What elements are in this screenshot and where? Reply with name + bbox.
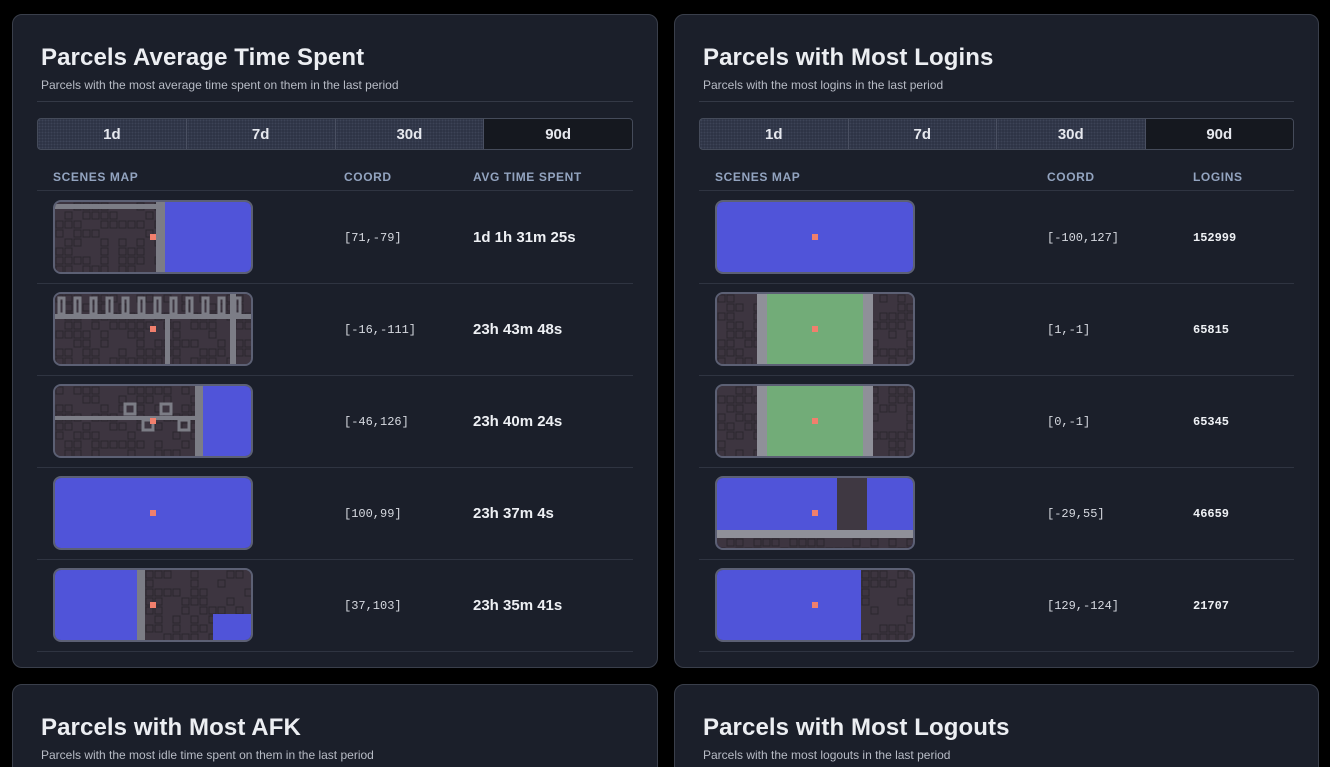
- column-header-coord: COORD: [1047, 170, 1095, 184]
- column-header-map: SCENES MAP: [53, 170, 139, 184]
- scene-map-thumbnail[interactable]: [715, 476, 915, 550]
- metric-value: 65815: [1193, 323, 1230, 337]
- metric-value: 152999: [1193, 231, 1237, 245]
- scene-map-thumbnail[interactable]: [715, 568, 915, 642]
- metric-value: 46659: [1193, 507, 1230, 521]
- card-title: Parcels with Most Logouts: [703, 714, 1010, 741]
- tab-7d[interactable]: 7d: [186, 119, 336, 149]
- scene-map-thumbnail[interactable]: [53, 476, 253, 550]
- table-row[interactable]: [129,-124] 21707: [699, 560, 1294, 652]
- scene-map-thumbnail[interactable]: [53, 292, 253, 366]
- parcel-coord: [1,-1]: [1047, 323, 1091, 337]
- metric-value: 23h 43m 48s: [473, 321, 563, 338]
- scene-map-thumbnail[interactable]: [53, 200, 253, 274]
- table-header: SCENES MAP COORD AVG TIME SPENT: [37, 165, 633, 191]
- parcel-coord: [129,-124]: [1047, 599, 1120, 613]
- card-subtitle: Parcels with the most average time spent…: [41, 78, 399, 92]
- card-title: Parcels with Most Logins: [703, 44, 994, 71]
- tab-30d[interactable]: 30d: [997, 119, 1146, 149]
- table-header: SCENES MAP COORD LOGINS: [699, 165, 1294, 191]
- metric-value: 21707: [1193, 599, 1230, 613]
- tab-7d[interactable]: 7d: [848, 119, 997, 149]
- period-tabs: 1d 7d 30d 90d: [699, 118, 1294, 150]
- table-row[interactable]: [-100,127] 152999: [699, 192, 1294, 284]
- column-header-metric: LOGINS: [1193, 170, 1243, 184]
- metric-value: 1d 1h 31m 25s: [473, 229, 576, 246]
- card-title: Parcels Average Time Spent: [41, 44, 365, 71]
- scene-map-thumbnail[interactable]: [715, 292, 915, 366]
- parcel-coord: [71,-79]: [344, 231, 402, 245]
- card-subtitle: Parcels with the most idle time spent on…: [41, 748, 374, 762]
- table-row[interactable]: [0,-1] 65345: [699, 376, 1294, 468]
- card-subtitle: Parcels with the most logouts in the las…: [703, 748, 951, 762]
- afk-card: Parcels with Most AFK Parcels with the m…: [12, 684, 658, 767]
- logins-card: Parcels with Most Logins Parcels with th…: [674, 14, 1319, 668]
- metric-value: 23h 35m 41s: [473, 597, 563, 614]
- avg-time-card: Parcels Average Time Spent Parcels with …: [12, 14, 658, 668]
- metric-value: 23h 37m 4s: [473, 505, 554, 522]
- table-row[interactable]: [-46,126] 23h 40m 24s: [37, 376, 633, 468]
- column-header-coord: COORD: [344, 170, 392, 184]
- table-row[interactable]: [1,-1] 65815: [699, 284, 1294, 376]
- period-tabs: 1d 7d 30d 90d: [37, 118, 633, 150]
- tab-90d[interactable]: 90d: [484, 119, 632, 149]
- card-title: Parcels with Most AFK: [41, 714, 301, 741]
- scene-map-thumbnail[interactable]: [715, 384, 915, 458]
- scene-map-thumbnail[interactable]: [53, 384, 253, 458]
- metric-value: 65345: [1193, 415, 1230, 429]
- parcel-coord: [-29,55]: [1047, 507, 1105, 521]
- divider: [699, 101, 1294, 102]
- tab-1d[interactable]: 1d: [38, 119, 187, 149]
- parcel-coord: [37,103]: [344, 599, 402, 613]
- card-subtitle: Parcels with the most logins in the last…: [703, 78, 944, 92]
- table-row[interactable]: [-16,-111] 23h 43m 48s: [37, 284, 633, 376]
- scene-map-thumbnail[interactable]: [715, 200, 915, 274]
- table-row[interactable]: [71,-79] 1d 1h 31m 25s: [37, 192, 633, 284]
- parcel-coord: [0,-1]: [1047, 415, 1091, 429]
- tab-90d[interactable]: 90d: [1145, 119, 1293, 149]
- tab-1d[interactable]: 1d: [700, 119, 849, 149]
- tab-30d[interactable]: 30d: [335, 119, 485, 149]
- scene-map-thumbnail[interactable]: [53, 568, 253, 642]
- metric-value: 23h 40m 24s: [473, 413, 563, 430]
- table-row[interactable]: [37,103] 23h 35m 41s: [37, 560, 633, 652]
- parcel-coord: [-16,-111]: [344, 323, 417, 337]
- table-row[interactable]: [-29,55] 46659: [699, 468, 1294, 560]
- logouts-card: Parcels with Most Logouts Parcels with t…: [674, 684, 1319, 767]
- divider: [37, 101, 633, 102]
- parcel-coord: [-100,127]: [1047, 231, 1120, 245]
- parcel-coord: [100,99]: [344, 507, 402, 521]
- parcel-coord: [-46,126]: [344, 415, 409, 429]
- table-row[interactable]: [100,99] 23h 37m 4s: [37, 468, 633, 560]
- column-header-map: SCENES MAP: [715, 170, 801, 184]
- column-header-metric: AVG TIME SPENT: [473, 170, 582, 184]
